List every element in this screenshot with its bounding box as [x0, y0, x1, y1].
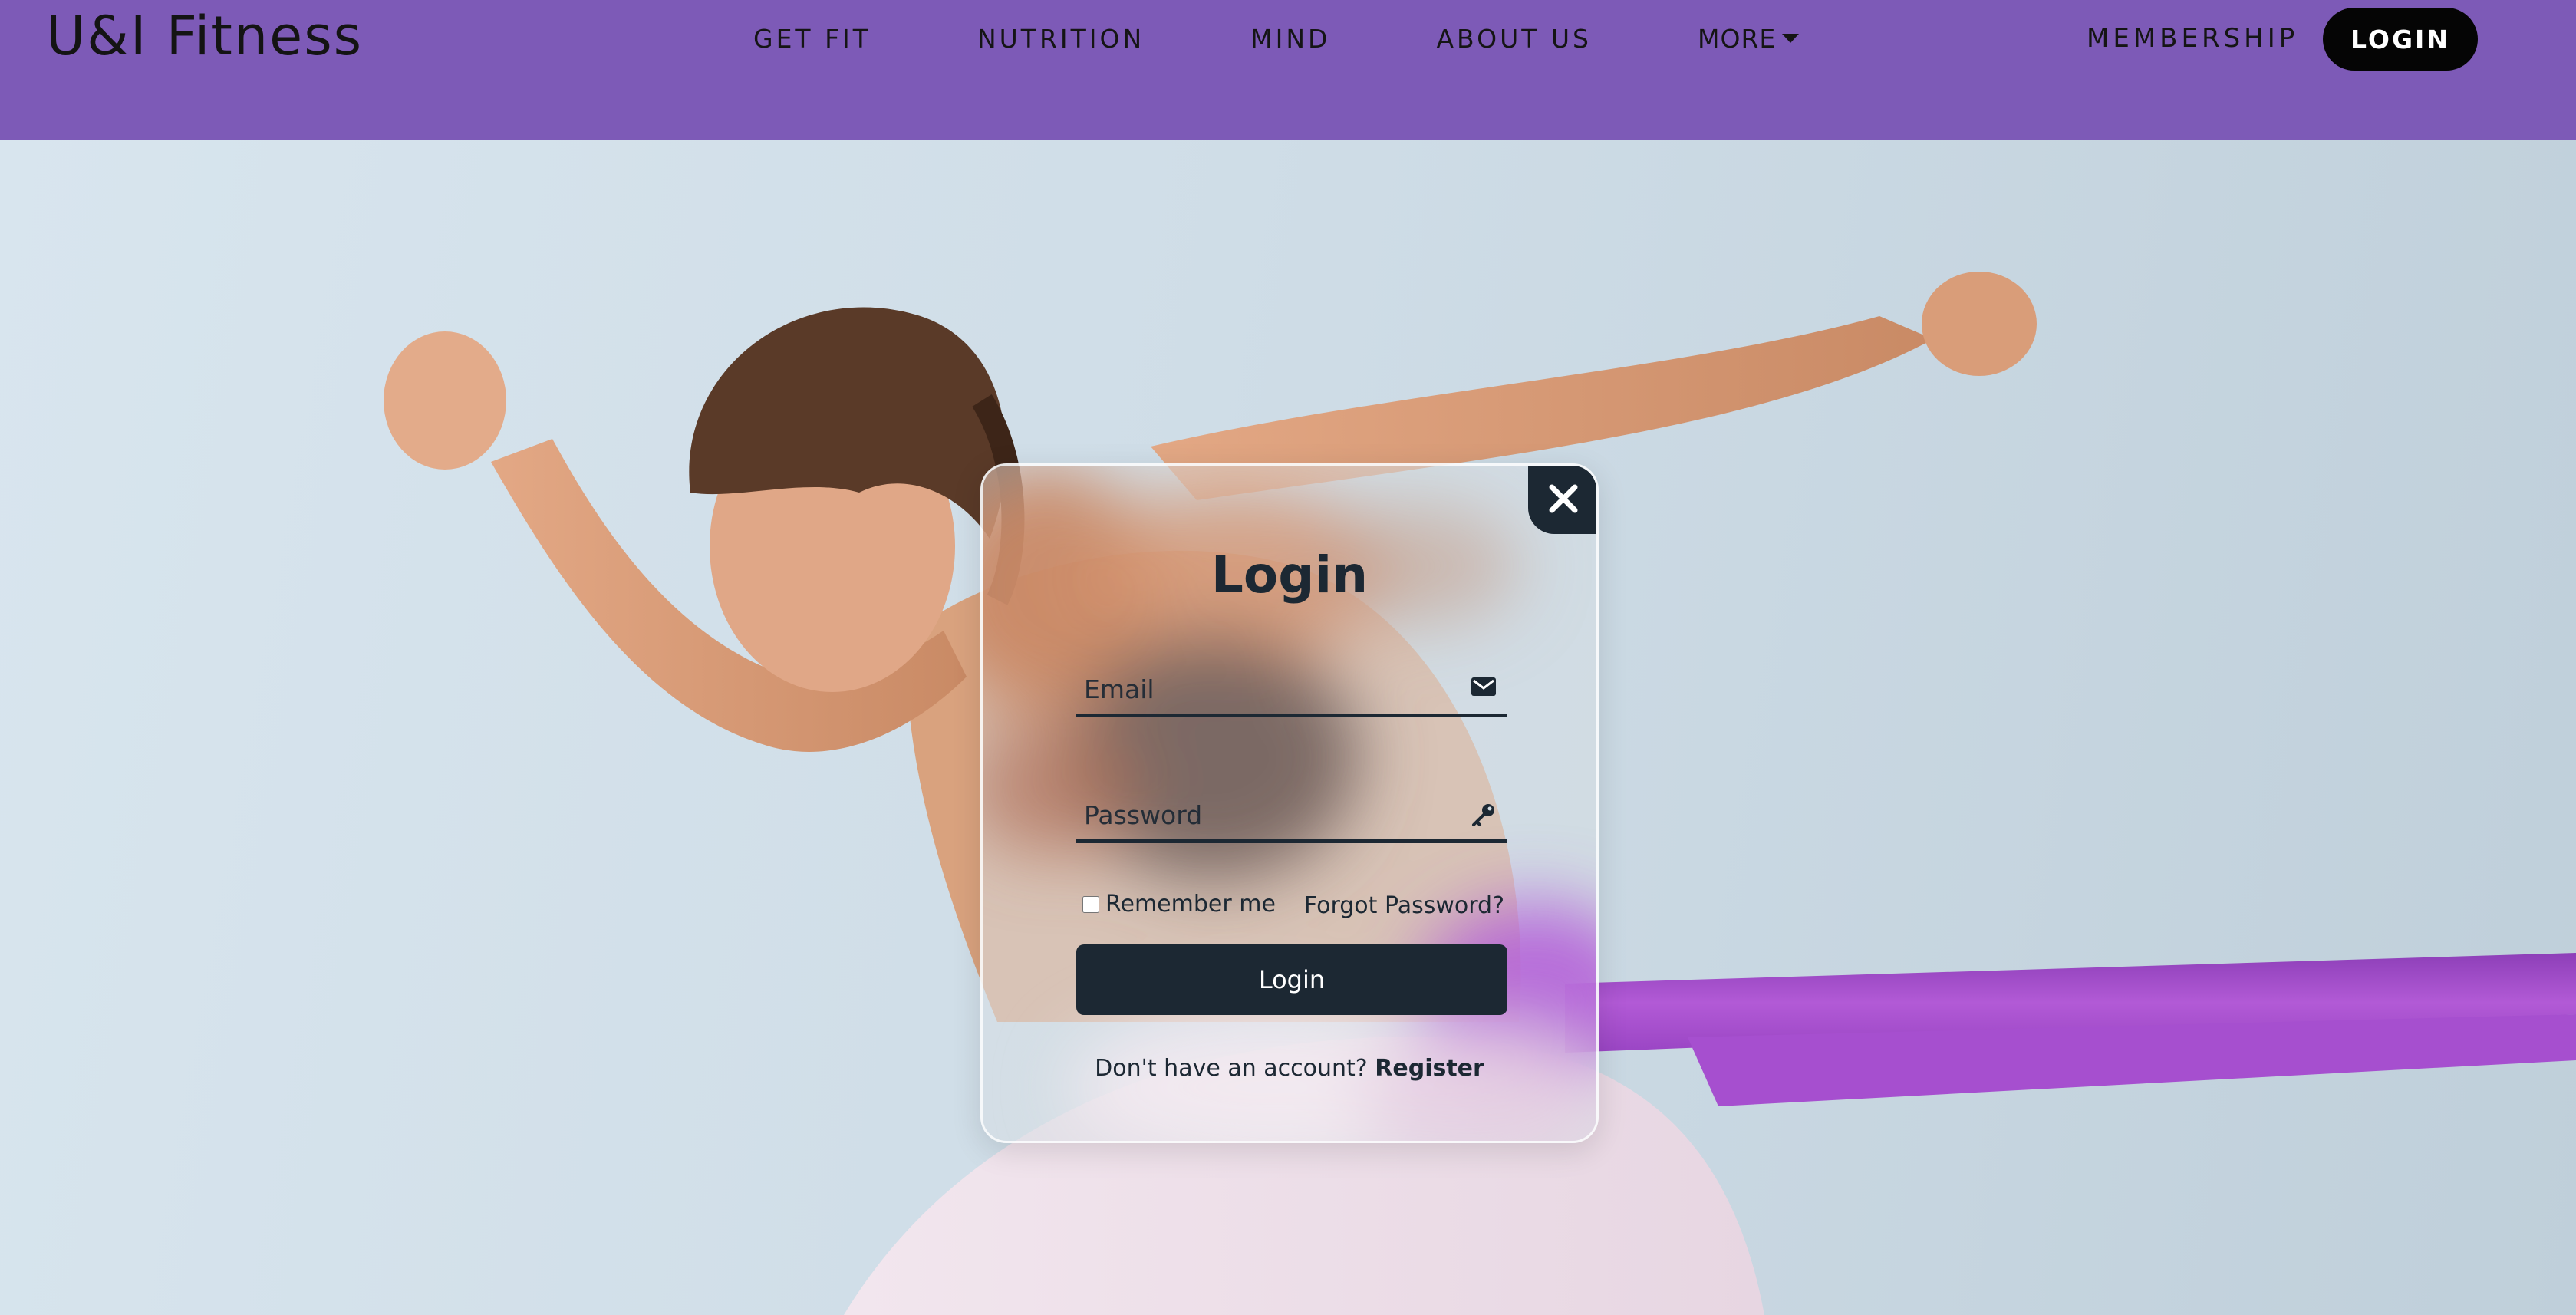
- login-submit-button[interactable]: Login: [1076, 944, 1507, 1015]
- password-field: [1076, 766, 1507, 843]
- close-icon: [1549, 484, 1578, 513]
- register-link[interactable]: Register: [1375, 1055, 1484, 1082]
- caret-down-icon: [1782, 34, 1800, 43]
- close-modal-button[interactable]: [1528, 466, 1596, 534]
- email-field: [1076, 641, 1507, 717]
- athlete-back-fist: [1922, 272, 2037, 376]
- password-input[interactable]: [1084, 796, 1437, 834]
- envelope-icon: [1471, 677, 1496, 696]
- nav-link-mind[interactable]: MIND: [1250, 24, 1330, 54]
- register-prompt: Don't have an account?: [1095, 1055, 1368, 1082]
- nav-more-dropdown[interactable]: MORE: [1698, 23, 1800, 54]
- email-input[interactable]: [1084, 670, 1437, 708]
- key-icon: [1472, 804, 1494, 826]
- register-line: Don't have an account? Register: [983, 1055, 1596, 1082]
- nav-login-button[interactable]: LOGIN: [2323, 8, 2478, 71]
- athlete-front-fist: [384, 331, 506, 470]
- login-title: Login: [1211, 545, 1369, 605]
- remember-me[interactable]: Remember me: [1082, 891, 1276, 918]
- nav-more-label: MORE: [1698, 23, 1777, 54]
- membership-link[interactable]: MEMBERSHIP: [2087, 23, 2298, 54]
- login-modal: Login Remember me Forgot Password? Login…: [980, 463, 1599, 1143]
- brand-logo[interactable]: U&I Fitness: [46, 5, 363, 68]
- nav-link-about-us[interactable]: ABOUT US: [1436, 24, 1592, 54]
- nav-link-get-fit[interactable]: GET FIT: [753, 24, 871, 54]
- remember-me-checkbox[interactable]: [1082, 895, 1099, 913]
- forgot-password-link[interactable]: Forgot Password?: [1304, 892, 1504, 919]
- nav-link-nutrition[interactable]: NUTRITION: [977, 24, 1145, 54]
- main-nav: GET FIT NUTRITION MIND ABOUT US MORE: [753, 23, 1800, 54]
- top-navbar: U&I Fitness GET FIT NUTRITION MIND ABOUT…: [0, 0, 2576, 140]
- remember-me-label: Remember me: [1105, 891, 1276, 918]
